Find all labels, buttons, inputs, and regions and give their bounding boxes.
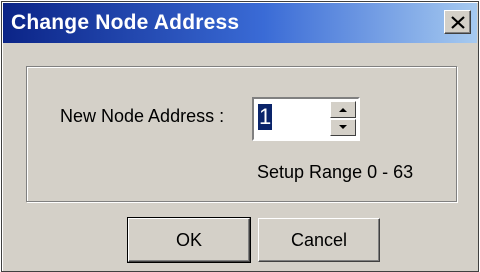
change-node-address-dialog: Change Node Address New Node Address : 1… <box>1 1 479 272</box>
node-address-spinner[interactable]: 1 <box>252 97 360 141</box>
arrow-up-icon <box>339 108 347 112</box>
close-icon <box>451 16 465 29</box>
title-bar[interactable]: Change Node Address <box>3 3 477 43</box>
setup-range-text: Setup Range 0 - 63 <box>257 162 414 182</box>
node-address-label: New Node Address : <box>60 106 225 126</box>
node-address-input[interactable]: 1 <box>258 104 273 130</box>
arrow-down-icon <box>339 125 347 129</box>
ok-button[interactable]: OK <box>127 217 251 263</box>
dialog-title: Change Node Address <box>11 11 240 34</box>
spin-up-button[interactable] <box>330 101 356 118</box>
close-button[interactable] <box>444 10 471 34</box>
spin-down-button[interactable] <box>330 119 356 136</box>
cancel-button[interactable]: Cancel <box>258 218 380 262</box>
